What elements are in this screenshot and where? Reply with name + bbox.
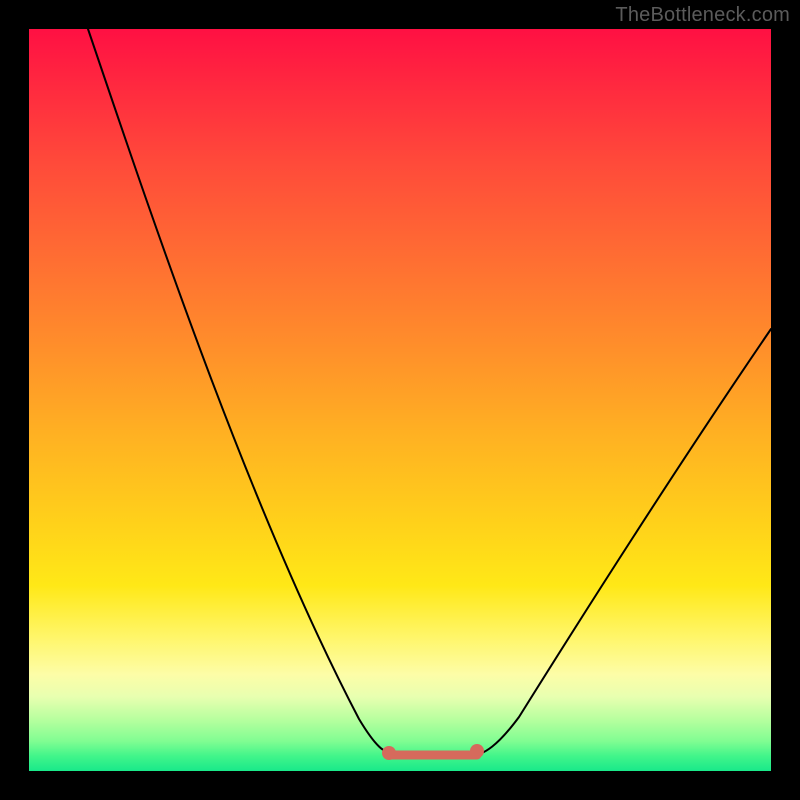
plot-area xyxy=(29,29,771,771)
chart-frame: TheBottleneck.com xyxy=(0,0,800,800)
source-watermark: TheBottleneck.com xyxy=(615,4,790,27)
chart-svg xyxy=(29,29,771,771)
bottleneck-curve xyxy=(88,29,771,756)
optimal-region-end-dot xyxy=(470,744,484,758)
